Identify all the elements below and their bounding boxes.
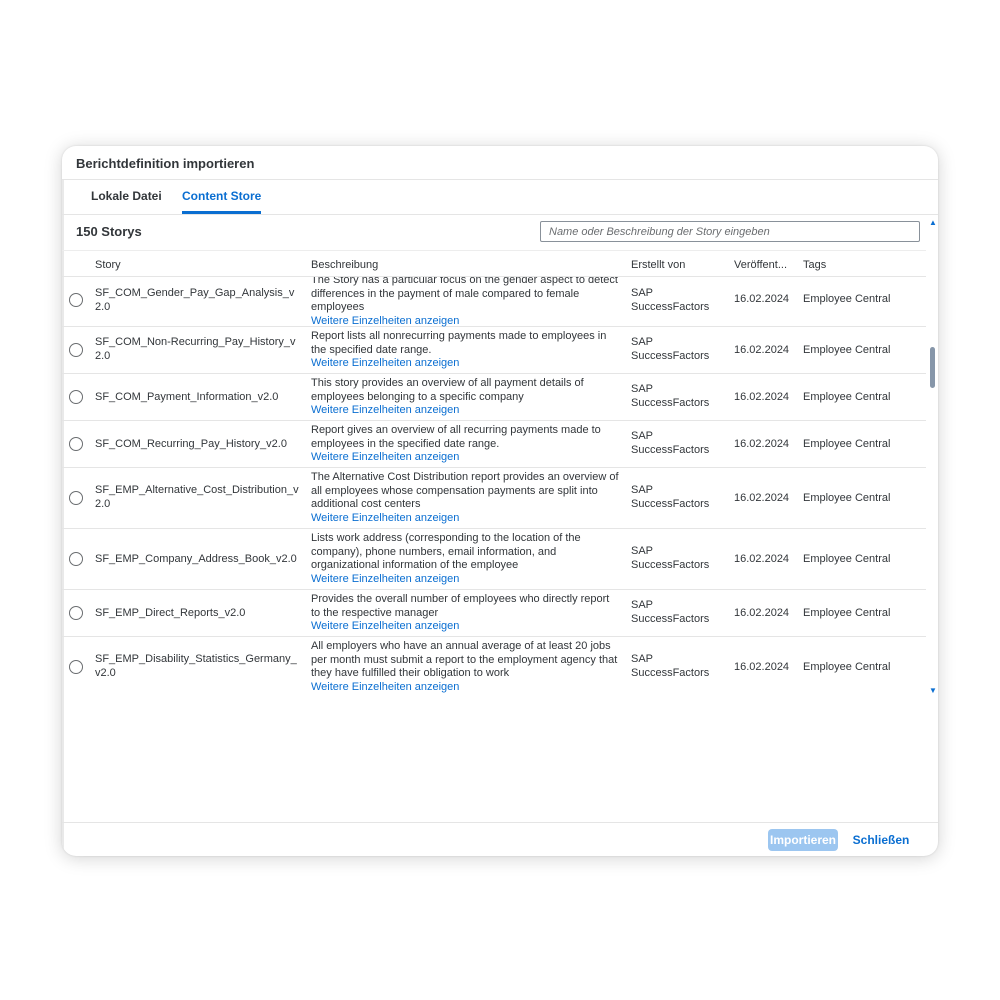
dialog-title: Berichtdefinition importieren: [76, 156, 255, 171]
table-row[interactable]: SF_EMP_Disability_Statistics_Germany_v2.…: [62, 637, 926, 698]
story-tags: Employee Central: [803, 661, 891, 673]
more-details-link[interactable]: Weitere Einzelheiten anzeigen: [311, 620, 621, 634]
table-row[interactable]: SF_EMP_Alternative_Cost_Distribution_v2.…: [62, 468, 926, 529]
tab-local-file[interactable]: Lokale Datei: [91, 189, 162, 211]
story-name: SF_EMP_Company_Address_Book_v2.0: [95, 553, 297, 565]
created-by: SAP SuccessFactors: [631, 287, 710, 313]
more-details-link[interactable]: Weitere Einzelheiten anzeigen: [311, 512, 621, 526]
more-details-link[interactable]: Weitere Einzelheiten anzeigen: [311, 357, 621, 371]
table-header: Story Beschreibung Erstellt von Veröffen…: [62, 250, 926, 277]
published-date: 16.02.2024: [734, 438, 790, 450]
row-select-radio[interactable]: [69, 660, 83, 674]
row-select-radio[interactable]: [69, 343, 83, 357]
published-date: 16.02.2024: [734, 607, 790, 619]
import-dialog: Berichtdefinition importieren Lokale Dat…: [62, 146, 938, 856]
list-toolbar: 150 Storys: [62, 216, 924, 250]
table-row[interactable]: SF_COM_Non-Recurring_Pay_History_v2.0 Re…: [62, 327, 926, 374]
published-date: 16.02.2024: [734, 553, 790, 565]
column-header-description[interactable]: Beschreibung: [311, 259, 378, 271]
story-name: SF_COM_Payment_Information_v2.0: [95, 391, 279, 403]
story-name: SF_EMP_Disability_Statistics_Germany_v2.…: [95, 653, 297, 679]
scrollbar-thumb[interactable]: [930, 347, 935, 388]
row-select-radio[interactable]: [69, 390, 83, 404]
created-by: SAP SuccessFactors: [631, 599, 710, 625]
story-name: SF_COM_Gender_Pay_Gap_Analysis_v2.0: [95, 287, 295, 313]
story-description: The Story has a particular focus on the …: [311, 277, 621, 328]
created-by: SAP SuccessFactors: [631, 430, 710, 456]
row-select-radio[interactable]: [69, 491, 83, 505]
more-details-link[interactable]: Weitere Einzelheiten anzeigen: [311, 451, 621, 465]
scroll-up-arrow-icon[interactable]: ▲: [928, 218, 938, 228]
tab-content-store[interactable]: Content Store: [182, 189, 262, 214]
column-header-tags[interactable]: Tags: [803, 259, 826, 271]
published-date: 16.02.2024: [734, 492, 790, 504]
table-row[interactable]: SF_COM_Payment_Information_v2.0 This sto…: [62, 374, 926, 421]
import-button[interactable]: Importieren: [768, 829, 838, 851]
more-details-link[interactable]: Weitere Einzelheiten anzeigen: [311, 573, 621, 587]
column-header-published[interactable]: Veröffent...: [734, 259, 787, 271]
created-by: SAP SuccessFactors: [631, 653, 710, 679]
published-date: 16.02.2024: [734, 661, 790, 673]
dialog-footer: Importieren Schließen: [62, 822, 938, 856]
story-name: SF_EMP_Alternative_Cost_Distribution_v2.…: [95, 484, 299, 510]
table-row[interactable]: SF_COM_Recurring_Pay_History_v2.0 Report…: [62, 421, 926, 468]
description-text: Report lists all nonrecurring payments m…: [311, 330, 607, 356]
more-details-link[interactable]: Weitere Einzelheiten anzeigen: [311, 315, 621, 329]
story-count: 150 Storys: [76, 224, 142, 239]
published-date: 16.02.2024: [734, 293, 790, 305]
story-description: Report gives an overview of all recurrin…: [311, 424, 621, 465]
story-table: SF_COM_Gender_Pay_Gap_Analysis_v2.0 The …: [62, 277, 926, 699]
story-name: SF_COM_Non-Recurring_Pay_History_v2.0: [95, 336, 296, 362]
table-row[interactable]: SF_COM_Gender_Pay_Gap_Analysis_v2.0 The …: [62, 277, 926, 327]
description-text: Report gives an overview of all recurrin…: [311, 424, 601, 450]
description-text: This story provides an overview of all p…: [311, 377, 584, 403]
story-name: SF_COM_Recurring_Pay_History_v2.0: [95, 438, 287, 450]
row-select-radio[interactable]: [69, 606, 83, 620]
published-date: 16.02.2024: [734, 344, 790, 356]
table-row[interactable]: SF_EMP_Company_Address_Book_v2.0 Lists w…: [62, 529, 926, 590]
column-header-story[interactable]: Story: [95, 259, 121, 271]
story-description: All employers who have an annual average…: [311, 640, 621, 694]
row-select-radio[interactable]: [69, 437, 83, 451]
story-tags: Employee Central: [803, 607, 891, 619]
story-tags: Employee Central: [803, 293, 891, 305]
search-input[interactable]: [540, 221, 920, 242]
column-header-created-by[interactable]: Erstellt von: [631, 259, 685, 271]
story-tags: Employee Central: [803, 553, 891, 565]
scroll-down-arrow-icon[interactable]: ▼: [928, 686, 938, 696]
created-by: SAP SuccessFactors: [631, 383, 710, 409]
story-tags: Employee Central: [803, 492, 891, 504]
more-details-link[interactable]: Weitere Einzelheiten anzeigen: [311, 404, 621, 418]
table-row[interactable]: SF_EMP_Direct_Reports_v2.0 Provides the …: [62, 590, 926, 637]
created-by: SAP SuccessFactors: [631, 484, 710, 510]
description-text: Provides the overall number of employees…: [311, 593, 610, 619]
story-description: This story provides an overview of all p…: [311, 377, 621, 418]
story-tags: Employee Central: [803, 438, 891, 450]
story-description: Lists work address (corresponding to the…: [311, 532, 621, 586]
row-select-radio[interactable]: [69, 552, 83, 566]
story-description: Report lists all nonrecurring payments m…: [311, 330, 621, 371]
dialog-header: Berichtdefinition importieren: [62, 146, 938, 180]
created-by: SAP SuccessFactors: [631, 545, 710, 571]
created-by: SAP SuccessFactors: [631, 336, 710, 362]
description-text: All employers who have an annual average…: [311, 640, 618, 679]
story-description: Provides the overall number of employees…: [311, 593, 621, 634]
close-button[interactable]: Schließen: [850, 829, 912, 851]
story-description: The Alternative Cost Distribution report…: [311, 471, 621, 525]
row-select-radio[interactable]: [69, 293, 83, 307]
story-name: SF_EMP_Direct_Reports_v2.0: [95, 607, 246, 619]
tab-bar: Lokale Datei Content Store: [62, 180, 938, 215]
published-date: 16.02.2024: [734, 391, 790, 403]
description-text: Lists work address (corresponding to the…: [311, 532, 581, 571]
story-tags: Employee Central: [803, 344, 891, 356]
description-text: The Alternative Cost Distribution report…: [311, 471, 619, 510]
more-details-link[interactable]: Weitere Einzelheiten anzeigen: [311, 681, 621, 695]
story-tags: Employee Central: [803, 391, 891, 403]
description-text: The Story has a particular focus on the …: [311, 277, 618, 313]
